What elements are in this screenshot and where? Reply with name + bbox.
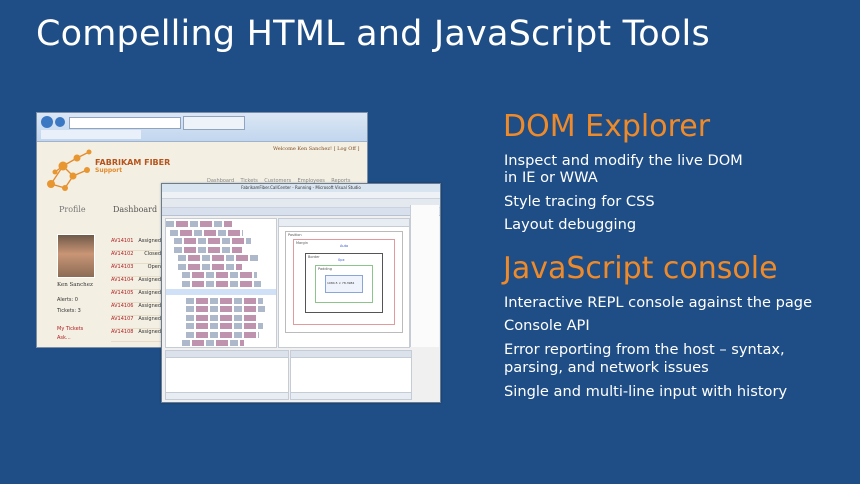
bullet-text: Single and multi-line input with history	[504, 383, 788, 400]
tickets-stat: Tickets: 3	[57, 308, 81, 314]
profile-heading: Profile	[59, 205, 86, 214]
logo-text: FABRIKAM FIBER Support	[95, 158, 170, 174]
my-tickets-link: My Tickets	[57, 326, 84, 332]
bullet-text: Interactive REPL console against the pag…	[504, 294, 813, 311]
browser-toolbar	[37, 113, 367, 142]
devtools-title: FabrikamFiber.CallCenter - Running - Mic…	[162, 184, 440, 192]
browser-tab	[183, 116, 245, 130]
table-row: AV14104 Assigned	[111, 277, 161, 290]
dom-tree-panel	[165, 218, 277, 348]
fabrikam-logo-icon	[47, 149, 92, 191]
welcome-text: Welcome Ken Sanchez! [ Log Off ]	[273, 146, 360, 152]
person-name: Ken Sanchez	[57, 282, 93, 288]
bullet-text: Inspect and modify the live DOM	[504, 152, 743, 169]
bullet-text: in IE or WWA	[504, 169, 598, 186]
table-row: AV14106 Assigned	[111, 303, 161, 316]
devtools-tabs	[162, 208, 440, 216]
table-row: AV14103 Open	[111, 264, 161, 277]
bullet-text: Console API	[504, 317, 590, 334]
selected-dom-node	[166, 289, 276, 296]
content-box: 1084.5 × 78.3984	[325, 275, 363, 293]
section-heading-javascript-console: JavaScript console	[503, 251, 778, 286]
back-icon	[41, 116, 53, 128]
table-row: AV14108 Assigned	[111, 329, 161, 342]
ask-link: Ask...	[57, 335, 71, 341]
table-row: AV14101 Assigned	[111, 238, 161, 251]
solution-explorer	[410, 205, 439, 347]
forward-icon	[55, 117, 65, 127]
bullet-text: Style tracing for CSS	[504, 193, 655, 210]
dashboard-heading: Dashboard	[113, 205, 158, 214]
slide: Compelling HTML and JavaScript Tools FAB…	[0, 0, 860, 484]
section-heading-dom-explorer: DOM Explorer	[503, 109, 711, 144]
alerts-stat: Alerts: 0	[57, 297, 78, 303]
logo-subtitle: Support	[95, 167, 123, 174]
props-tabs	[279, 219, 409, 227]
table-row: AV14107 Assigned	[111, 316, 161, 329]
address-bar	[69, 117, 181, 129]
favorites-bar	[41, 130, 141, 139]
avatar	[57, 234, 95, 278]
table-row: AV14102 Closed	[111, 251, 161, 264]
table-row: AV14105 Assigned	[111, 290, 161, 303]
console-panel	[165, 350, 289, 400]
bullet-text: Layout debugging	[504, 216, 637, 233]
slide-title: Compelling HTML and JavaScript Tools	[36, 14, 710, 54]
tickets-list: AV14101 Assigned AV14102 Closed AV14103 Ope…	[111, 238, 161, 342]
logo-title: FABRIKAM FIBER	[95, 158, 171, 167]
bullet-text: Error reporting from the host – syntax,	[504, 341, 785, 358]
box-model-panel: Position Margin Auto Border 0px Padding …	[278, 218, 410, 348]
bullet-text: parsing, and network issues	[504, 359, 709, 376]
devtools-menu	[162, 192, 440, 199]
devtools-screenshot: FabrikamFiber.CallCenter - Running - Mic…	[161, 183, 441, 403]
output-panel	[290, 350, 412, 400]
devtools-toolbar	[162, 199, 440, 208]
